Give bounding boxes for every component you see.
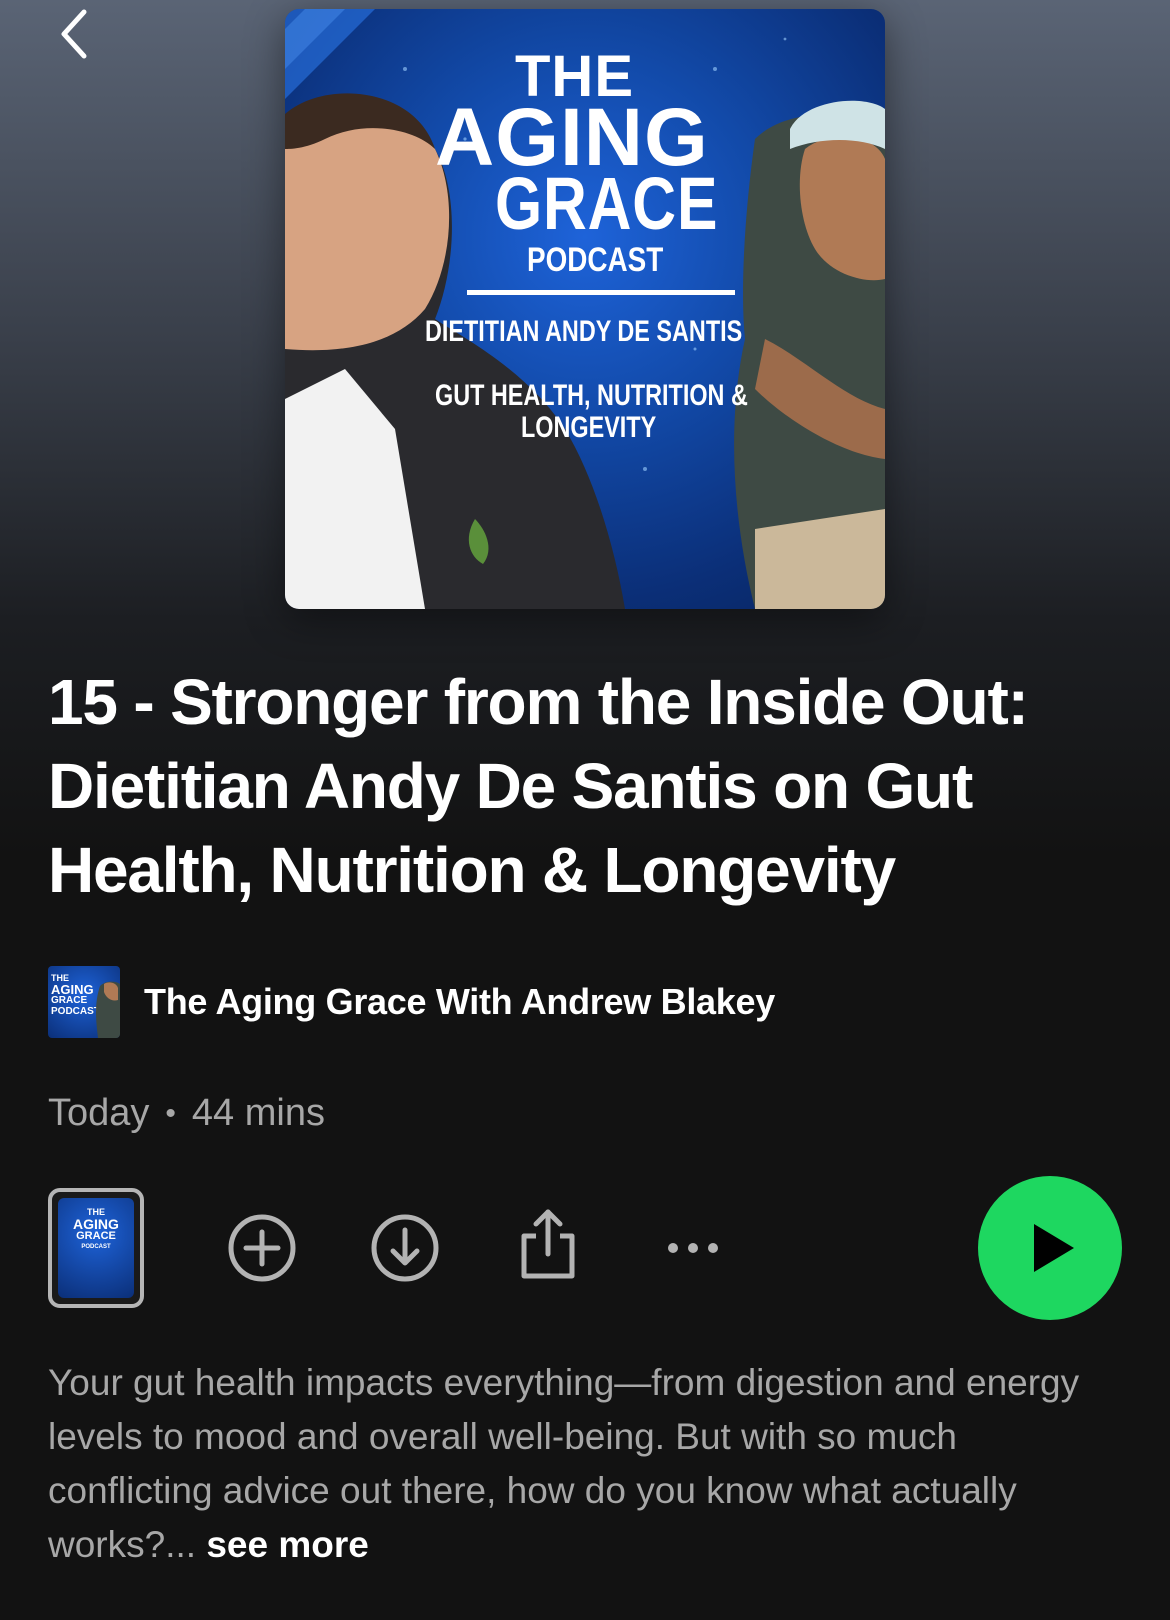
episode-date: Today: [48, 1092, 150, 1134]
share-icon: [521, 1209, 575, 1279]
download-circle-icon: [371, 1214, 439, 1282]
cover-subtitle-podcast: PODCAST: [527, 241, 664, 279]
episode-description: Your gut health impacts everything—from …: [48, 1356, 1128, 1572]
play-button[interactable]: [978, 1176, 1122, 1320]
show-avatar: THE AGING GRACE PODCAST: [48, 966, 120, 1038]
cover-topic-line-2: LONGEVITY: [521, 411, 657, 444]
thumb-aging: AGING: [73, 1216, 119, 1232]
episode-thumbnail-button[interactable]: THE AGING GRACE PODCAST: [48, 1188, 144, 1308]
show-link[interactable]: THE AGING GRACE PODCAST The Aging Grace …: [48, 966, 775, 1038]
cover-topic-line-1: GUT HEALTH, NUTRITION &: [435, 379, 748, 412]
show-avatar-person: [96, 981, 120, 1038]
cover-guest-line: DIETITIAN ANDY DE SANTIS: [425, 315, 743, 348]
episode-meta: Today • 44 mins: [48, 1092, 325, 1135]
add-to-library-button[interactable]: [222, 1208, 302, 1288]
episode-thumbnail-art: THE AGING GRACE PODCAST: [58, 1198, 134, 1298]
description-text: Your gut health impacts everything—from …: [48, 1362, 1080, 1565]
more-options-button[interactable]: [653, 1208, 733, 1288]
show-name: The Aging Grace With Andrew Blakey: [144, 981, 775, 1022]
play-icon: [1034, 1224, 1074, 1272]
episode-title: 15 - Stronger from the Inside Out: Dieti…: [48, 666, 1029, 906]
see-more-link[interactable]: see more: [206, 1524, 369, 1565]
thumb-podcast: PODCAST: [81, 1244, 111, 1250]
plus-circle-icon: [228, 1214, 296, 1282]
back-button[interactable]: [44, 4, 104, 64]
episode-duration: 44 mins: [191, 1092, 325, 1134]
meta-separator: •: [165, 1096, 176, 1130]
more-horizontal-icon: [668, 1243, 718, 1253]
chevron-left-icon: [61, 9, 87, 59]
episode-cover-art: THE AGING GRACE PODCAST DIETITIAN ANDY D…: [285, 9, 885, 609]
share-button[interactable]: [508, 1204, 588, 1284]
thumb-grace: GRACE: [76, 1230, 116, 1242]
cover-title-grace: GRACE: [495, 162, 719, 245]
cover-divider: [467, 290, 735, 295]
download-button[interactable]: [365, 1208, 445, 1288]
